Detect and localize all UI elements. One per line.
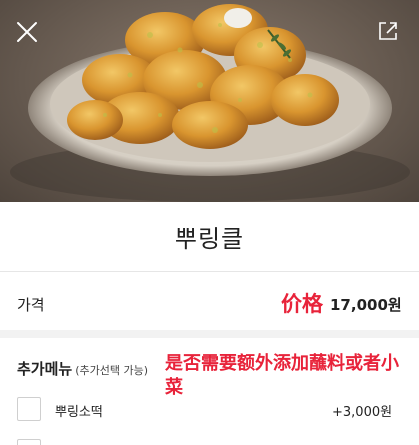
addon-menu-title: 추가메뉴: [17, 360, 73, 378]
close-button[interactable]: [12, 17, 42, 47]
price-value: 17,000원: [330, 296, 402, 314]
price-label: 가격: [17, 296, 45, 314]
addon-option-checkbox[interactable]: [17, 397, 41, 421]
addon-menu-subtitle: (추가선택 가능): [75, 364, 149, 377]
price-annotation: 价格: [281, 292, 323, 316]
fried-chicken-photo: [10, 4, 410, 202]
addon-option-name: 뿌링소떡: [55, 405, 103, 420]
product-image: [0, 0, 419, 202]
product-name: 뿌링클: [174, 225, 245, 253]
addon-option-price: +3,000원: [332, 405, 393, 420]
share-icon: [379, 22, 397, 40]
price-row: 가격 价格 17,000원: [0, 272, 419, 338]
addon-option-row[interactable]: 뿌링소떡 +3,000원: [0, 393, 419, 427]
addon-menu-header: 추가메뉴 (추가선택 가능): [17, 358, 148, 379]
close-icon: [17, 22, 37, 42]
product-title-section: 뿌링클: [0, 202, 419, 272]
share-button[interactable]: [373, 16, 403, 46]
addon-option-checkbox-next[interactable]: [17, 439, 41, 445]
